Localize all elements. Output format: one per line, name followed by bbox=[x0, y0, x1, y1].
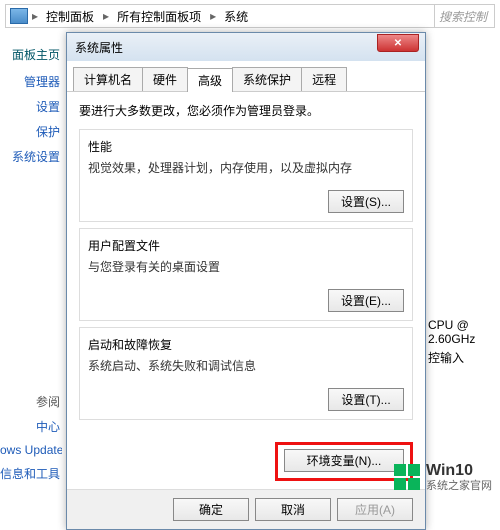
system-properties-dialog: 系统属性 ✕ 计算机名 硬件 高级 系统保护 远程 要进行大多数更改，您必须作为… bbox=[66, 32, 426, 530]
tab-computer-name[interactable]: 计算机名 bbox=[73, 67, 143, 91]
tab-system-protection[interactable]: 系统保护 bbox=[232, 67, 302, 91]
system-icon bbox=[10, 8, 28, 24]
dialog-title: 系统属性 bbox=[75, 39, 123, 56]
tab-row: 计算机名 硬件 高级 系统保护 远程 bbox=[67, 61, 425, 92]
performance-settings-button[interactable]: 设置(S)... bbox=[328, 190, 404, 213]
instruction-text: 要进行大多数更改，您必须作为管理员登录。 bbox=[79, 102, 413, 119]
tab-hardware[interactable]: 硬件 bbox=[142, 67, 188, 91]
sidebar-item[interactable]: 设置 bbox=[0, 94, 62, 119]
breadcrumb: ▸ 控制面板 ▸ 所有控制面板项 ▸ 系统 搜索控制 bbox=[5, 4, 495, 28]
group-desc: 系统启动、系统失败和调试信息 bbox=[88, 357, 404, 374]
watermark-title: Win10 bbox=[426, 462, 492, 480]
cancel-button[interactable]: 取消 bbox=[255, 498, 331, 521]
dialog-buttons: 确定 取消 应用(A) bbox=[67, 489, 425, 529]
environment-variables-button[interactable]: 环境变量(N)... bbox=[284, 449, 404, 472]
left-panel: 面板主页 管理器 设置 保护 系统设置 参阅 中心 ows Update 信息和… bbox=[0, 42, 62, 500]
cpu-info-text: CPU @ 2.60GHz bbox=[428, 318, 500, 346]
windows-logo-icon bbox=[394, 464, 420, 490]
see-also-heading: 参阅 bbox=[0, 389, 62, 414]
sidebar-item[interactable]: 系统设置 bbox=[0, 144, 62, 169]
control-panel-home-link[interactable]: 面板主页 bbox=[0, 42, 62, 69]
user-profiles-settings-button[interactable]: 设置(E)... bbox=[328, 289, 404, 312]
dialog-titlebar[interactable]: 系统属性 ✕ bbox=[67, 33, 425, 61]
startup-recovery-settings-button[interactable]: 设置(T)... bbox=[328, 388, 404, 411]
sidebar-link[interactable]: 信息和工具 bbox=[0, 461, 62, 486]
group-desc: 与您登录有关的桌面设置 bbox=[88, 258, 404, 275]
sidebar-link[interactable]: 中心 bbox=[0, 414, 62, 439]
group-title: 性能 bbox=[88, 138, 404, 155]
tab-remote[interactable]: 远程 bbox=[301, 67, 347, 91]
search-input[interactable]: 搜索控制 bbox=[434, 5, 494, 27]
breadcrumb-item[interactable]: 控制面板 bbox=[40, 5, 101, 27]
sidebar-item[interactable]: 保护 bbox=[0, 119, 62, 144]
sidebar-item[interactable]: 管理器 bbox=[0, 69, 62, 94]
performance-group: 性能 视觉效果，处理器计划，内存使用，以及虚拟内存 设置(S)... bbox=[79, 129, 413, 222]
apply-button[interactable]: 应用(A) bbox=[337, 498, 413, 521]
group-title: 启动和故障恢复 bbox=[88, 336, 404, 353]
dialog-body: 要进行大多数更改，您必须作为管理员登录。 性能 视觉效果，处理器计划，内存使用，… bbox=[67, 92, 425, 434]
group-desc: 视觉效果，处理器计划，内存使用，以及虚拟内存 bbox=[88, 159, 404, 176]
chevron-right-icon: ▸ bbox=[208, 9, 218, 23]
startup-recovery-group: 启动和故障恢复 系统启动、系统失败和调试信息 设置(T)... bbox=[79, 327, 413, 420]
watermark: Win10 系统之家官网 bbox=[394, 462, 492, 492]
watermark-text: Win10 系统之家官网 bbox=[426, 462, 492, 492]
tab-advanced[interactable]: 高级 bbox=[187, 68, 233, 92]
highlight-box: 环境变量(N)... bbox=[275, 442, 413, 481]
ok-button[interactable]: 确定 bbox=[173, 498, 249, 521]
chevron-right-icon: ▸ bbox=[101, 9, 111, 23]
pen-info-text: 控输入 bbox=[428, 349, 464, 366]
env-row: 环境变量(N)... bbox=[67, 434, 425, 489]
breadcrumb-item[interactable]: 所有控制面板项 bbox=[111, 5, 208, 27]
watermark-subtitle: 系统之家官网 bbox=[426, 480, 492, 492]
breadcrumb-nav: ▸ 控制面板 ▸ 所有控制面板项 ▸ 系统 bbox=[6, 5, 255, 27]
breadcrumb-item[interactable]: 系统 bbox=[218, 5, 255, 27]
close-icon[interactable]: ✕ bbox=[377, 34, 419, 52]
user-profiles-group: 用户配置文件 与您登录有关的桌面设置 设置(E)... bbox=[79, 228, 413, 321]
sidebar-link[interactable]: ows Update bbox=[0, 439, 62, 461]
chevron-right-icon: ▸ bbox=[30, 9, 40, 23]
group-title: 用户配置文件 bbox=[88, 237, 404, 254]
